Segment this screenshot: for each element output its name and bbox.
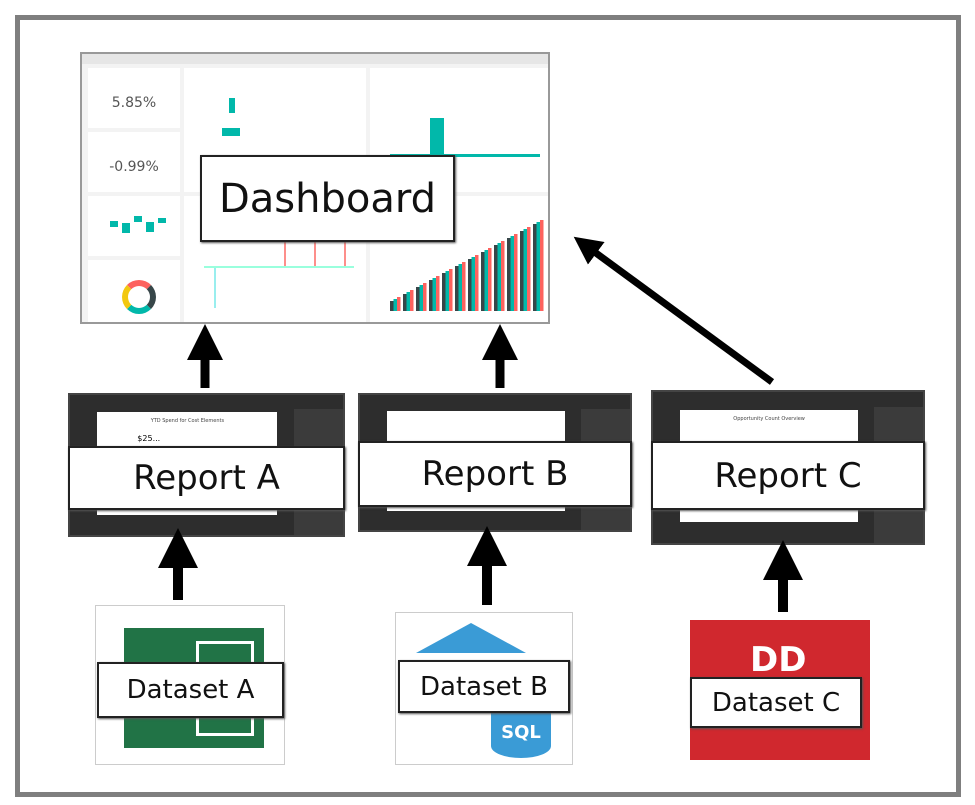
arrows-layer — [158, 236, 803, 612]
arrow-report-c-to-dashboard — [573, 236, 775, 385]
